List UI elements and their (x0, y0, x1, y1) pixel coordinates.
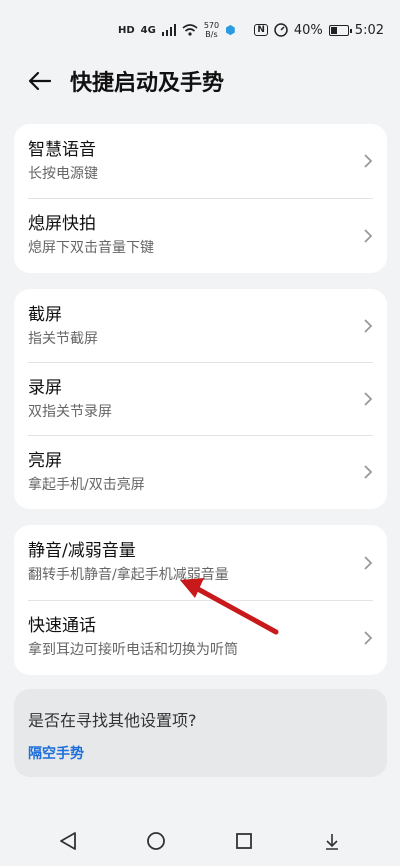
setting-item-quick-snap[interactable]: 熄屏快拍 熄屏下双击音量下键 (14, 198, 387, 273)
setting-item-title: 熄屏快拍 (28, 214, 96, 234)
setting-item-subtitle: 长按电源键 (28, 166, 98, 182)
nav-download-button[interactable] (312, 821, 352, 861)
setting-item-title: 快速通话 (28, 616, 96, 636)
chevron-right-icon (364, 318, 373, 333)
back-arrow-icon (28, 71, 52, 91)
setting-item-smart-voice[interactable]: 智慧语音 长按电源键 (14, 124, 387, 198)
hd-badge: HD (118, 24, 135, 36)
setting-item-screen-record[interactable]: 录屏 双指关节录屏 (14, 362, 387, 435)
network-speed-unit: B/s (205, 30, 218, 39)
shield-icon: ⬢ (225, 23, 236, 37)
chevron-right-icon (364, 465, 373, 479)
navigation-bar (0, 816, 400, 866)
suggestion-question: 是否在寻找其他设置项? (28, 711, 197, 730)
chevron-right-icon (364, 630, 373, 645)
status-left: HD 4G 570 B/s ⬢ (118, 21, 236, 39)
nav-back-button[interactable] (48, 821, 88, 861)
setting-item-mute[interactable]: 静音/减弱音量 翻转手机静音/拿起手机减弱音量 (14, 525, 387, 600)
setting-item-screenshot[interactable]: 截屏 指关节截屏 (14, 289, 387, 362)
circle-home-icon (147, 832, 165, 850)
setting-item-title: 智慧语音 (28, 140, 96, 160)
status-bar: HD 4G 570 B/s ⬢ N 40% 5:02 (0, 0, 400, 60)
page-title: 快捷启动及手势 (70, 71, 225, 96)
wifi-icon (182, 24, 198, 36)
settings-group-1: 智慧语音 长按电源键 熄屏快拍 熄屏下双击音量下键 (14, 124, 387, 273)
signal-icon (161, 24, 176, 36)
setting-item-subtitle: 双指关节录屏 (28, 404, 112, 420)
chevron-right-icon (364, 555, 373, 570)
setting-item-title: 录屏 (28, 378, 62, 398)
setting-item-subtitle: 拿起手机/双击亮屏 (28, 477, 145, 493)
nav-home-button[interactable] (136, 821, 176, 861)
setting-item-wake-screen[interactable]: 亮屏 拿起手机/双击亮屏 (14, 435, 387, 509)
nav-recents-button[interactable] (224, 821, 264, 861)
setting-item-subtitle: 拿到耳边可接听电话和切换为听筒 (28, 642, 238, 658)
network-badge: 4G (140, 24, 156, 36)
nfc-icon: N (254, 24, 268, 36)
setting-item-subtitle: 翻转手机静音/拿起手机减弱音量 (28, 567, 229, 583)
battery-icon (328, 24, 352, 36)
battery-fill (330, 26, 337, 34)
setting-item-title: 静音/减弱音量 (28, 541, 136, 561)
battery-percent: 40% (293, 22, 323, 38)
setting-item-quick-call[interactable]: 快速通话 拿到耳边可接听电话和切换为听筒 (14, 600, 387, 675)
settings-group-2: 截屏 指关节截屏 录屏 双指关节录屏 亮屏 拿起手机/双击亮屏 (14, 289, 387, 509)
download-arrow-icon (326, 834, 338, 850)
suggestion-card: 是否在寻找其他设置项? 隔空手势 (14, 689, 387, 777)
setting-item-subtitle: 熄屏下双击音量下键 (28, 240, 154, 256)
speedometer-icon (274, 23, 288, 37)
chevron-right-icon (364, 154, 373, 168)
app-bar: 快捷启动及手势 (0, 56, 400, 106)
network-speed: 570 B/s (204, 21, 219, 39)
back-button[interactable] (16, 57, 64, 105)
setting-item-title: 截屏 (28, 305, 62, 325)
square-recents-icon (236, 833, 252, 849)
status-right: N 40% 5:02 (254, 23, 384, 38)
network-speed-value: 570 (203, 21, 220, 30)
settings-group-3: 静音/减弱音量 翻转手机静音/拿起手机减弱音量 快速通话 拿到耳边可接听电话和切… (14, 525, 387, 675)
triangle-back-icon (60, 832, 76, 850)
chevron-right-icon (364, 228, 373, 243)
setting-item-title: 亮屏 (28, 451, 62, 471)
setting-item-subtitle: 指关节截屏 (28, 331, 98, 347)
clock: 5:02 (354, 22, 384, 38)
suggestion-link-air-gesture[interactable]: 隔空手势 (28, 743, 84, 763)
chevron-right-icon (364, 391, 373, 406)
